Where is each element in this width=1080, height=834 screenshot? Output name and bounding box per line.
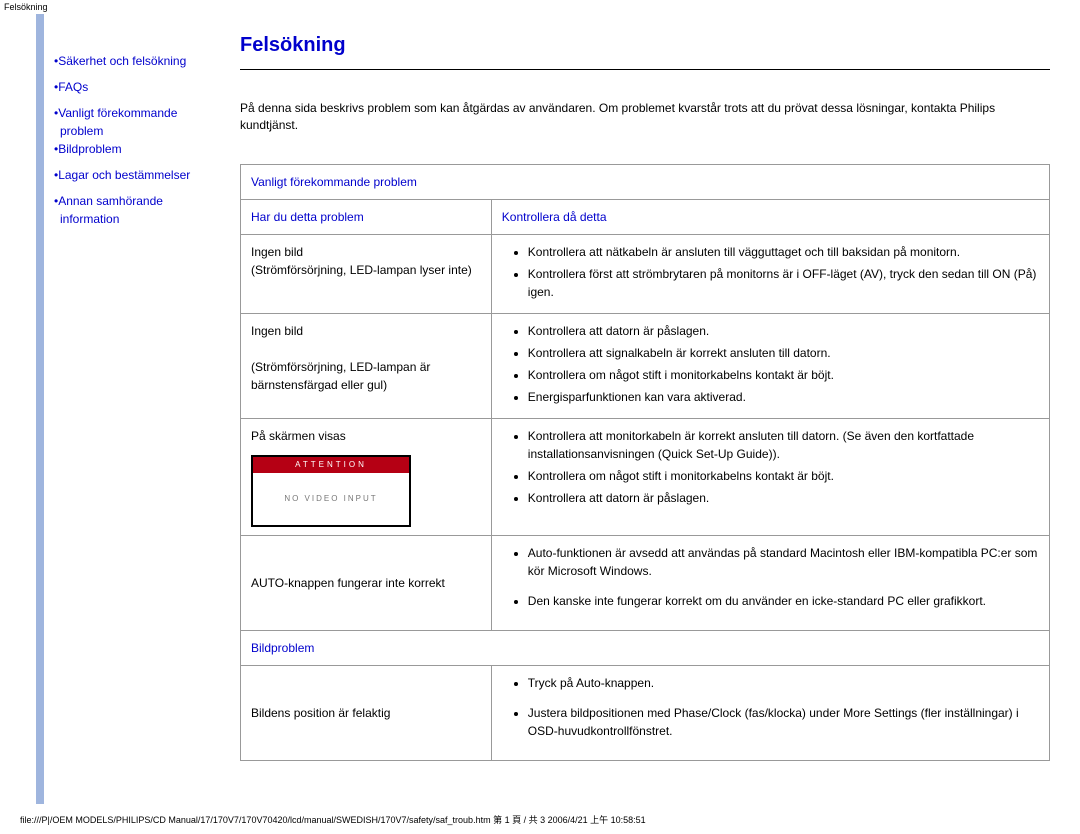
table-row: Ingen bild (Strömförsörjning, LED-lampan…: [241, 313, 1050, 418]
left-accent-bar: [36, 14, 44, 804]
table-row: På skärmen visas ATTENTION NO VIDEO INPU…: [241, 418, 1050, 535]
section-header-row: Vanligt förekommande problem: [241, 164, 1050, 199]
problem-cell: Bildens position är felaktig: [241, 665, 492, 760]
sidebar-nav: Säkerhet och felsökning FAQs Vanligt för…: [44, 14, 220, 804]
table-row: Bildens position är felaktig Tryck på Au…: [241, 665, 1050, 760]
problem-line1: På skärmen visas: [251, 427, 481, 445]
check-item: Kontrollera att nätkabeln är ansluten ti…: [528, 243, 1039, 261]
sidebar-item-image-problems[interactable]: Bildproblem: [54, 140, 210, 158]
check-item: Kontrollera att datorn är påslagen.: [528, 489, 1039, 507]
sidebar-item-common-problems[interactable]: Vanligt förekommande problem: [54, 104, 210, 140]
column-header-row: Har du detta problem Kontrollera då dett…: [241, 199, 1050, 234]
section2-header: Bildproblem: [241, 630, 1050, 665]
problem-cell: AUTO-knappen fungerar inte korrekt: [241, 535, 492, 630]
table-row: Ingen bild (Strömförsörjning, LED-lampan…: [241, 234, 1050, 313]
intro-text: På denna sida beskrivs problem som kan å…: [240, 100, 1050, 134]
check-item: Auto-funktionen är avsedd att användas p…: [528, 544, 1039, 580]
checks-list: Auto-funktionen är avsedd att användas p…: [502, 544, 1039, 610]
page-label: Felsökning: [0, 0, 1080, 14]
attention-body: NO VIDEO INPUT: [253, 473, 409, 525]
checks-cell: Kontrollera att nätkabeln är ansluten ti…: [491, 234, 1049, 313]
section-header-row: Bildproblem: [241, 630, 1050, 665]
footer-file-path: file:///P|/OEM MODELS/PHILIPS/CD Manual/…: [20, 813, 646, 826]
col2-header: Kontrollera då detta: [491, 199, 1049, 234]
checks-cell: Kontrollera att monitorkabeln är korrekt…: [491, 418, 1049, 535]
check-item: Kontrollera om något stift i monitorkabe…: [528, 467, 1039, 485]
checks-list: Kontrollera att monitorkabeln är korrekt…: [502, 427, 1039, 507]
sidebar-item-related-info[interactable]: Annan samhörande information: [54, 192, 210, 228]
attention-box: ATTENTION NO VIDEO INPUT: [251, 455, 411, 527]
problem-line1: Bildens position är felaktig: [251, 704, 481, 722]
check-item: Kontrollera att datorn är påslagen.: [528, 322, 1039, 340]
page-outer: Säkerhet och felsökning FAQs Vanligt för…: [0, 14, 1080, 804]
problem-line1: Ingen bild: [251, 322, 481, 340]
problem-line2: (Strömförsörjning, LED-lampan är bärnste…: [251, 358, 481, 394]
problem-line1: Ingen bild: [251, 243, 481, 261]
main-content: Felsökning På denna sida beskrivs proble…: [220, 14, 1080, 804]
col1-header: Har du detta problem: [241, 199, 492, 234]
problem-cell: Ingen bild (Strömförsörjning, LED-lampan…: [241, 313, 492, 418]
attention-top: ATTENTION: [253, 457, 409, 473]
page-title: Felsökning: [240, 34, 1050, 70]
check-item: Kontrollera att monitorkabeln är korrekt…: [528, 427, 1039, 463]
table-row: AUTO-knappen fungerar inte korrekt Auto-…: [241, 535, 1050, 630]
checks-cell: Kontrollera att datorn är påslagen. Kont…: [491, 313, 1049, 418]
check-item: Kontrollera först att strömbrytaren på m…: [528, 265, 1039, 301]
problem-cell: På skärmen visas ATTENTION NO VIDEO INPU…: [241, 418, 492, 535]
check-item: Tryck på Auto-knappen.: [528, 674, 1039, 692]
problem-line2: (Strömförsörjning, LED-lampan lyser inte…: [251, 261, 481, 279]
check-item: Energisparfunktionen kan vara aktiverad.: [528, 388, 1039, 406]
check-item: Justera bildpositionen med Phase/Clock (…: [528, 704, 1039, 740]
check-item: Kontrollera att signalkabeln är korrekt …: [528, 344, 1039, 362]
check-item: Kontrollera om något stift i monitorkabe…: [528, 366, 1039, 384]
sidebar-item-safety[interactable]: Säkerhet och felsökning: [54, 52, 210, 70]
problem-line1: AUTO-knappen fungerar inte korrekt: [251, 574, 481, 592]
check-item: Den kanske inte fungerar korrekt om du a…: [528, 592, 1039, 610]
sidebar-item-regulations[interactable]: Lagar och bestämmelser: [54, 166, 210, 184]
checks-cell: Tryck på Auto-knappen. Justera bildposit…: [491, 665, 1049, 760]
checks-list: Kontrollera att nätkabeln är ansluten ti…: [502, 243, 1039, 301]
problem-cell: Ingen bild (Strömförsörjning, LED-lampan…: [241, 234, 492, 313]
section1-header: Vanligt förekommande problem: [241, 164, 1050, 199]
troubleshoot-table: Vanligt förekommande problem Har du dett…: [240, 164, 1050, 761]
checks-list: Tryck på Auto-knappen. Justera bildposit…: [502, 674, 1039, 740]
checks-list: Kontrollera att datorn är påslagen. Kont…: [502, 322, 1039, 406]
checks-cell: Auto-funktionen är avsedd att användas p…: [491, 535, 1049, 630]
sidebar-item-faqs[interactable]: FAQs: [54, 78, 210, 96]
